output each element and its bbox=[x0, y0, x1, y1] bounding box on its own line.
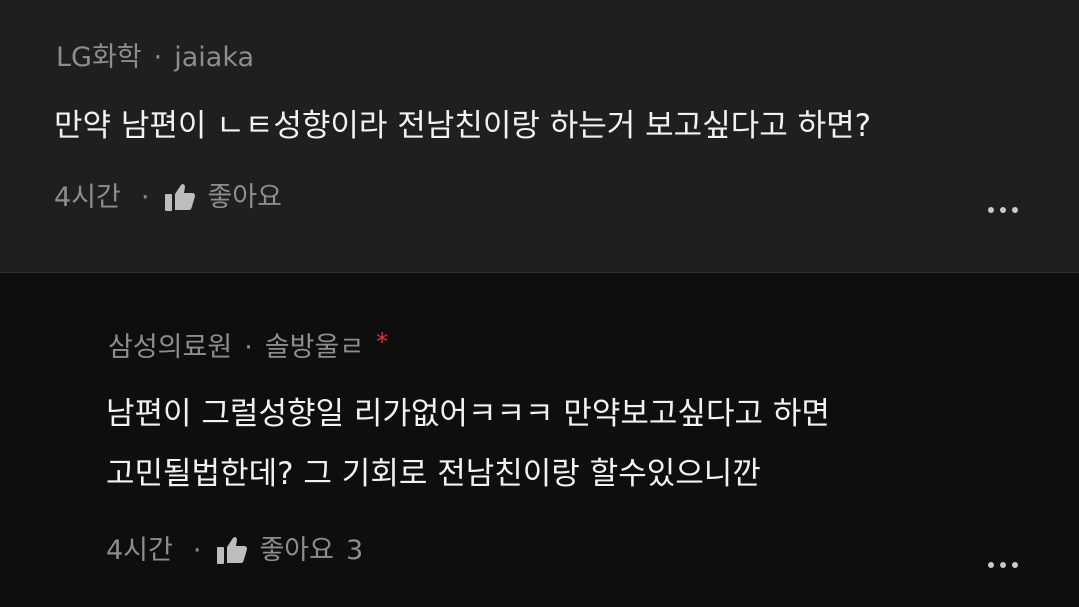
comment-meta: LG화학 · jaiaka bbox=[56, 41, 254, 75]
meta-separator: · bbox=[153, 42, 163, 73]
community-name[interactable]: 삼성의료원 bbox=[108, 331, 232, 365]
timestamp: 4시간 bbox=[54, 182, 121, 213]
more-options-icon[interactable] bbox=[988, 562, 1018, 568]
comment-body: 남편이 그럴성향일 리가없어ㅋㅋㅋ 만약보고싶다고 하면 고민될법한데? 그 기… bbox=[106, 384, 830, 504]
author-name[interactable]: 솔방울ㄹ bbox=[265, 331, 364, 365]
more-dot bbox=[1012, 562, 1018, 568]
like-count: 3 bbox=[345, 535, 364, 566]
comment-meta: 삼성의료원 · 솔방울ㄹ * bbox=[108, 328, 388, 365]
thumbs-up-icon[interactable] bbox=[165, 183, 196, 211]
community-name[interactable]: LG화학 bbox=[56, 41, 142, 75]
comment-footer: 4시간 · 좋아요 3 bbox=[106, 534, 363, 568]
comment-footer: 4시간 · 좋아요 bbox=[54, 181, 282, 215]
footer-separator: · bbox=[140, 182, 150, 213]
like-button[interactable]: 좋아요 bbox=[207, 181, 282, 215]
comment: LG화학 · jaiaka 만약 남편이 ㄴㅌ성향이라 전남친이랑 하는거 보고… bbox=[0, 0, 1079, 272]
more-dot bbox=[988, 562, 994, 568]
reply-comment: 삼성의료원 · 솔방울ㄹ * 남편이 그럴성향일 리가없어ㅋㅋㅋ 만약보고싶다고… bbox=[0, 273, 1079, 607]
author-mark: * bbox=[376, 328, 389, 356]
more-dot bbox=[988, 207, 994, 213]
footer-separator: · bbox=[192, 535, 202, 566]
more-options-icon[interactable] bbox=[988, 207, 1018, 213]
comment-line: 만약 남편이 ㄴㅌ성향이라 전남친이랑 하는거 보고싶다고 하면? bbox=[54, 108, 872, 144]
more-dot bbox=[1000, 207, 1006, 213]
thumbs-up-icon[interactable] bbox=[217, 536, 248, 564]
more-dot bbox=[1000, 562, 1006, 568]
comment-body: 만약 남편이 ㄴㅌ성향이라 전남친이랑 하는거 보고싶다고 하면? bbox=[54, 96, 871, 156]
comment-line: 남편이 그럴성향일 리가없어ㅋㅋㅋ 만약보고싶다고 하면 bbox=[106, 396, 830, 432]
like-button[interactable]: 좋아요 bbox=[259, 534, 334, 568]
author-name[interactable]: jaiaka bbox=[174, 41, 254, 75]
more-dot bbox=[1012, 207, 1018, 213]
meta-separator: · bbox=[244, 332, 253, 363]
timestamp: 4시간 bbox=[106, 535, 173, 566]
comment-line: 고민될법한데? 그 기회로 전남친이랑 할수있으니깐 bbox=[106, 456, 761, 492]
